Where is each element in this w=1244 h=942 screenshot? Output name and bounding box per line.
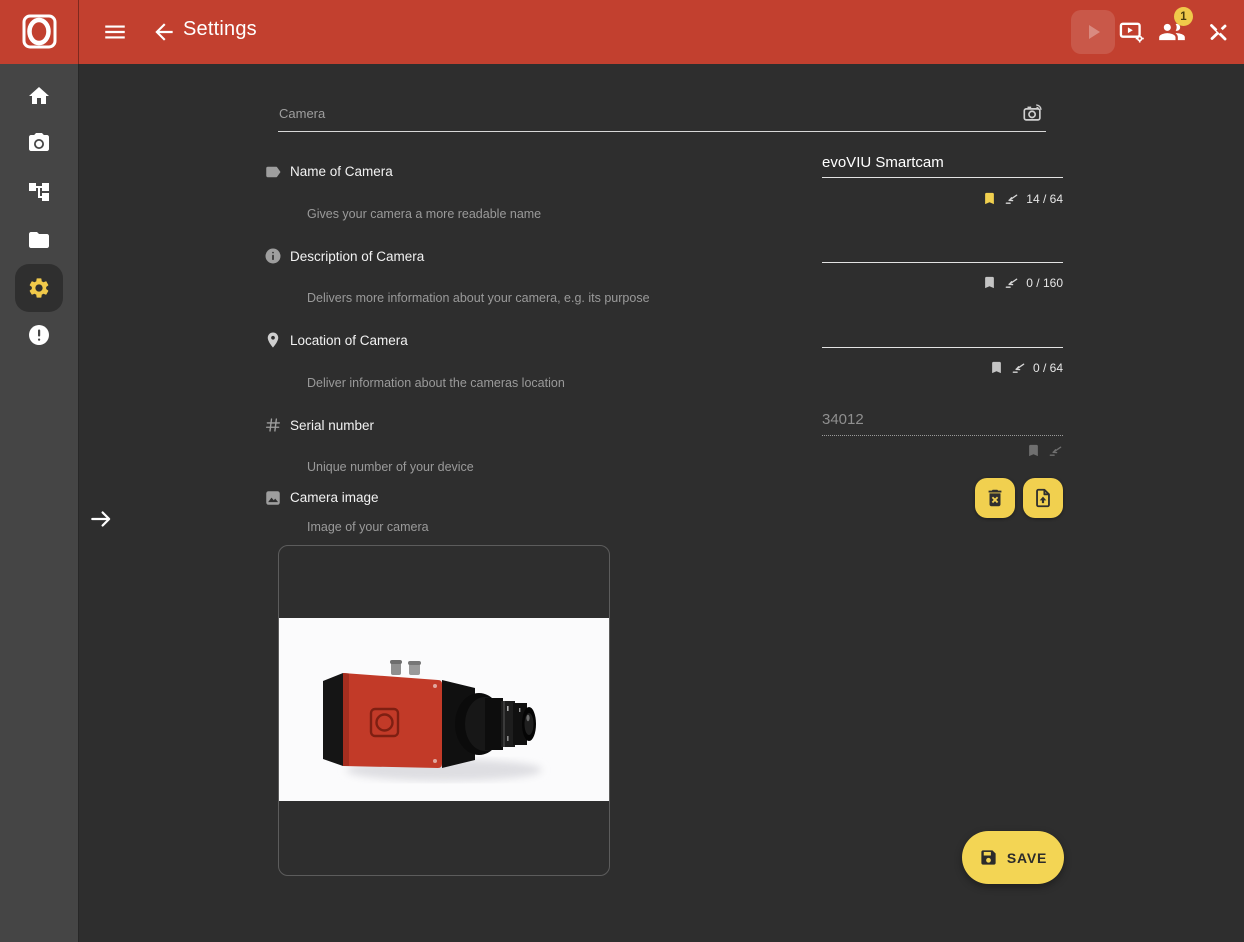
delete-image-button[interactable] [975,478,1015,518]
serial-field-help: Unique number of your device [307,460,474,474]
image-icon [264,489,282,512]
camera-image-preview-box [278,545,610,876]
notification-badge: 1 [1174,7,1193,26]
app-bar: Settings [0,0,1244,64]
camera-photo [279,618,609,801]
app-logo [0,0,79,64]
sidebar-item-folder[interactable] [0,218,78,262]
reset-arrow-icon[interactable] [1004,275,1019,290]
gear-icon [27,276,51,300]
location-field-meta: 0 / 64 [822,360,1063,375]
bookmark-icon [1026,443,1041,458]
serial-field-label: Serial number [290,418,374,433]
name-field-meta: 14 / 64 [822,191,1063,206]
menu-icon [102,19,128,45]
location-field-help: Deliver information about the cameras lo… [307,376,565,390]
camera-select-label: Camera [279,106,325,121]
run-application-button[interactable] [1071,10,1115,54]
back-arrow-icon [151,19,177,45]
label-tag-icon [264,163,282,186]
info-icon [264,247,282,270]
upload-image-button[interactable] [1023,478,1063,518]
location-field-label: Location of Camera [290,333,408,348]
sidebar-item-flow[interactable] [0,170,78,214]
description-field-meta: 0 / 160 [822,275,1063,290]
location-char-counter: 0 / 64 [1033,361,1063,375]
tools-x-icon [1205,19,1231,45]
hash-icon [264,416,282,439]
description-char-counter: 0 / 160 [1026,276,1063,290]
expand-panel-arrow[interactable] [88,506,114,532]
linked-camera-icon [1022,102,1044,129]
image-field-help: Image of your camera [307,520,429,534]
home-icon [27,84,51,108]
play-icon [1081,20,1105,44]
save-button[interactable]: SAVE [962,831,1064,884]
image-field-label: Camera image [290,490,379,505]
floppy-save-icon [979,848,998,867]
serial-value: 34012 [822,408,1063,436]
sidebar-nav [0,64,79,942]
reset-arrow-icon[interactable] [1011,360,1026,375]
location-input-wrap [822,321,1063,348]
serial-value-wrap: 34012 [822,408,1063,436]
right-arrow-icon [88,506,114,532]
bookmark-icon[interactable] [982,275,997,290]
location-pin-icon [264,331,282,354]
save-button-label: SAVE [1007,850,1047,866]
page-title: Settings [183,18,257,41]
file-upload-icon [1032,487,1054,509]
bookmark-icon[interactable] [989,360,1004,375]
serial-field-meta [822,443,1063,458]
sidebar-item-camera[interactable] [0,121,78,165]
video-settings-button[interactable] [1117,17,1147,47]
name-input[interactable] [822,151,1063,177]
name-char-counter: 14 / 64 [1026,192,1063,206]
name-input-wrap [822,151,1063,178]
back-button[interactable] [150,19,178,45]
menu-button[interactable] [101,19,129,45]
settings-page: Settings [0,0,1244,942]
video-settings-icon [1118,18,1146,46]
trash-x-icon [984,487,1006,509]
location-input[interactable] [822,321,1063,347]
reset-arrow-icon [1048,443,1063,458]
camera-icon [27,131,51,155]
description-field-help: Delivers more information about your cam… [307,291,650,305]
reset-arrow-icon[interactable] [1004,191,1019,206]
service-tools-button[interactable] [1204,18,1232,46]
description-field-label: Description of Camera [290,249,424,264]
folder-icon [27,228,51,252]
description-input-wrap [822,236,1063,263]
name-field-label: Name of Camera [290,164,393,179]
logo-icon [18,11,60,53]
error-icon [27,323,51,347]
sidebar-item-settings[interactable] [0,266,78,310]
description-input[interactable] [822,236,1063,262]
camera-select-field[interactable]: Camera [278,98,1046,132]
bookmark-icon[interactable] [982,191,997,206]
sidebar-item-home[interactable] [0,74,78,118]
sidebar-item-errors[interactable] [0,313,78,357]
flow-tree-icon [27,180,51,204]
name-field-help: Gives your camera a more readable name [307,207,541,221]
